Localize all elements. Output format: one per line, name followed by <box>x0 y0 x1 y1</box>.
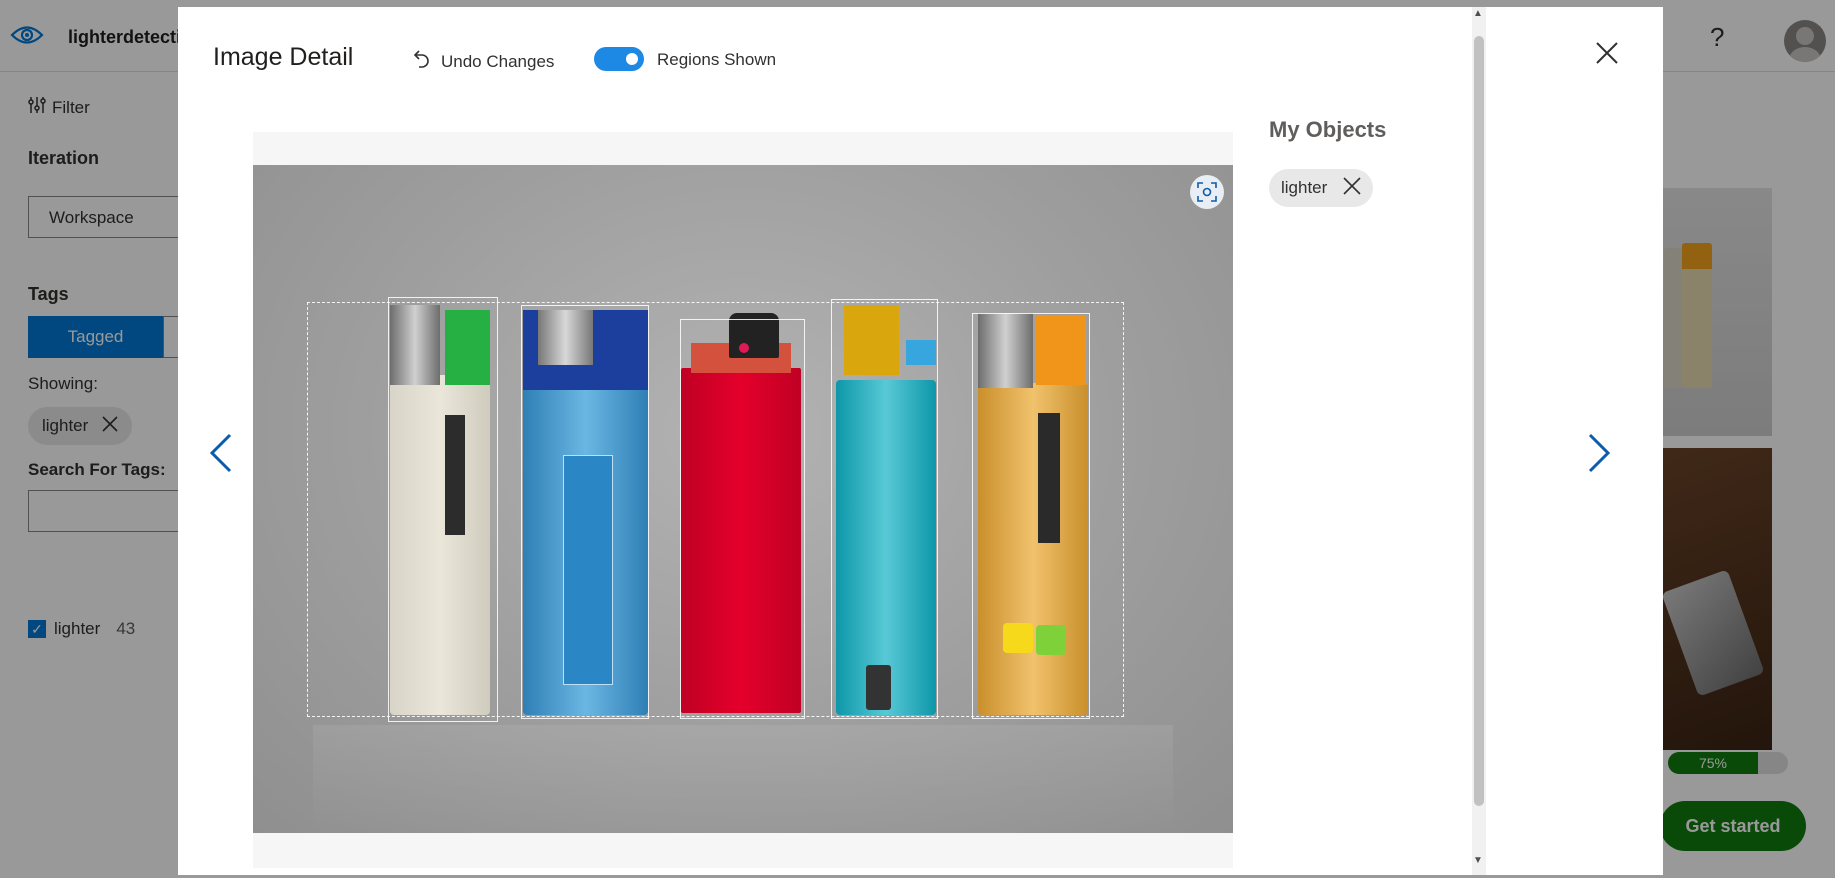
regions-shown-label: Regions Shown <box>657 50 777 69</box>
my-objects-heading: My Objects <box>1269 117 1387 142</box>
image-detail-dialog: Image Detail Undo Changes Regions Shown <box>178 7 1663 875</box>
object-tag-chip[interactable]: lighter <box>1269 169 1374 207</box>
undo-changes-label: Undo Changes <box>441 51 555 71</box>
region-box[interactable] <box>972 313 1090 719</box>
region-box[interactable] <box>388 297 498 722</box>
focus-frame-icon[interactable] <box>1190 175 1224 209</box>
image-canvas[interactable] <box>253 165 1233 833</box>
close-icon[interactable] <box>1595 41 1619 70</box>
image-viewer <box>253 132 1233 868</box>
regions-toggle[interactable] <box>594 47 644 71</box>
close-icon[interactable] <box>1343 176 1361 200</box>
object-tag-label: lighter <box>1281 178 1328 197</box>
chevron-left-icon[interactable] <box>208 433 234 478</box>
undo-arrow-icon <box>413 49 431 74</box>
dialog-title: Image Detail <box>213 43 354 71</box>
region-box[interactable] <box>680 319 805 719</box>
region-box[interactable] <box>831 299 938 719</box>
region-box[interactable] <box>521 305 649 719</box>
chevron-right-icon[interactable] <box>1586 433 1612 478</box>
undo-changes-button[interactable]: Undo Changes <box>413 49 554 74</box>
scroll-down-icon[interactable]: ▼ <box>1473 855 1483 866</box>
dialog-scrollbar-thumb[interactable] <box>1474 36 1484 806</box>
scroll-up-icon[interactable]: ▲ <box>1473 8 1483 19</box>
